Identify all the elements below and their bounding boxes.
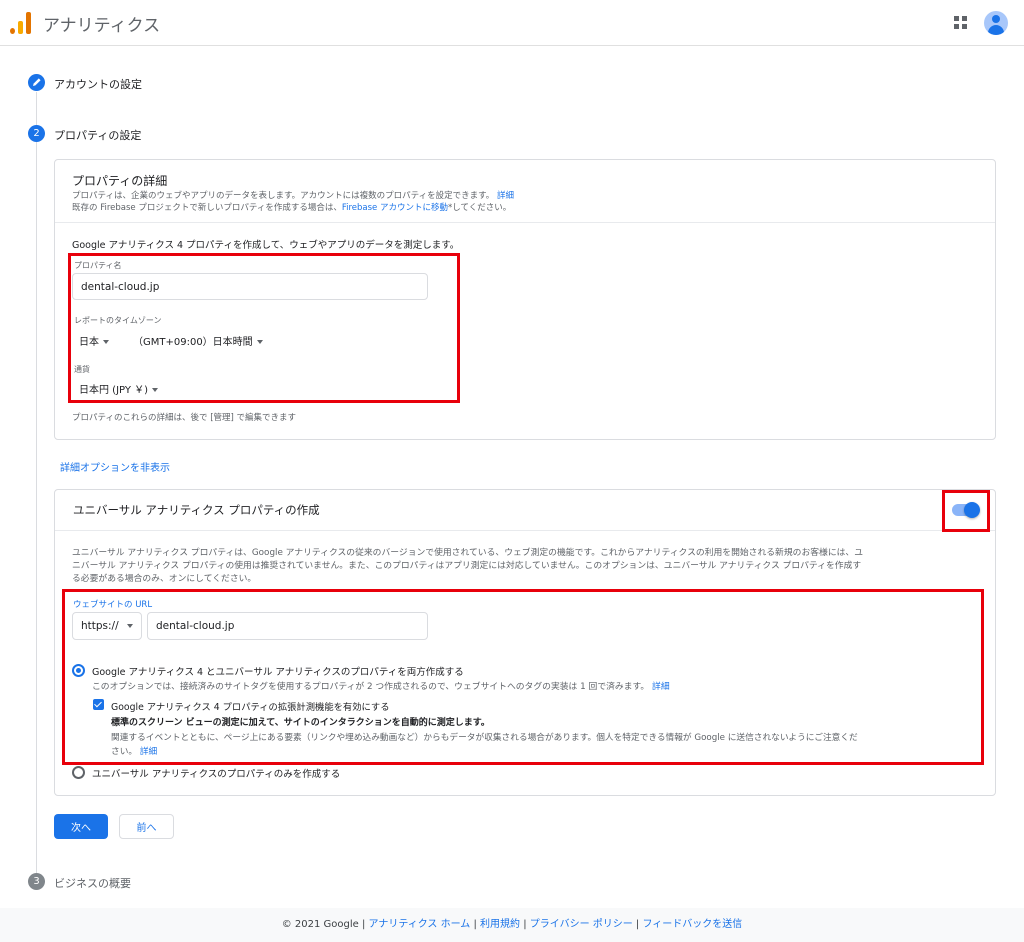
account-avatar[interactable] (984, 11, 1008, 35)
highlight-box-url-options (62, 589, 984, 765)
footer: © 2021 Google | アナリティクス ホーム | 利用規約 | プライ… (0, 908, 1024, 942)
property-details-desc: プロパティは、企業のウェブやアプリのデータを表します。アカウントには複数のプロパ… (72, 191, 515, 201)
option-universal-only-radio[interactable] (72, 766, 85, 779)
step-2-number: 2 (28, 125, 45, 142)
universal-desc-line3: る必要がある場合のみ、オンにしてください。 (72, 574, 257, 584)
step-1-label[interactable]: アカウントの設定 (54, 76, 142, 92)
step-3-label: ビジネスの概要 (54, 877, 131, 890)
hide-advanced-options-link[interactable]: 詳細オプションを非表示 (60, 459, 170, 474)
analytics-logo-icon[interactable] (10, 12, 32, 34)
ga4-intro: Google アナリティクス 4 プロパティを作成して、ウェブやアプリのデータを… (72, 240, 460, 251)
step-3-number: 3 (28, 873, 45, 890)
step-2-label: プロパティの設定 (54, 129, 142, 142)
stepper-line (36, 92, 37, 874)
property-details-title: プロパティの詳細 (72, 174, 168, 188)
firebase-link[interactable]: Firebase アカウントに移動 (342, 203, 448, 213)
app-title: アナリティクス (43, 16, 161, 36)
pencil-icon (33, 78, 41, 86)
top-bar: アナリティクス (0, 0, 1024, 46)
footer-link-feedback[interactable]: フィードバックを送信 (642, 919, 742, 930)
step-1-done-icon (28, 74, 45, 91)
footer-link-terms[interactable]: 利用規約 (480, 919, 520, 930)
learn-more-link[interactable]: 詳細 (497, 191, 514, 201)
back-button[interactable]: 前へ (119, 814, 174, 839)
highlight-box-property-fields (68, 253, 460, 403)
next-button[interactable]: 次へ (54, 814, 108, 839)
universal-desc-line2: ニバーサル アナリティクス プロパティの使用は推奨されていません。また、このプロ… (72, 561, 862, 571)
option-universal-only-label[interactable]: ユニバーサル アナリティクスのプロパティのみを作成する (92, 766, 340, 780)
edit-later-note: プロパティのこれらの詳細は、後で [管理] で編集できます (72, 413, 297, 423)
firebase-desc: 既存の Firebase プロジェクトで新しいプロパティを作成する場合は、Fir… (72, 203, 512, 213)
highlight-box-toggle (942, 490, 990, 532)
universal-desc-line1: ユニバーサル アナリティクス プロパティは、Google アナリティクスの従来の… (72, 548, 864, 558)
universal-title: ユニバーサル アナリティクス プロパティの作成 (73, 503, 320, 517)
footer-link-privacy[interactable]: プライバシー ポリシー (530, 919, 633, 930)
footer-link-home[interactable]: アナリティクス ホーム (369, 919, 471, 930)
apps-grid-icon[interactable] (954, 16, 968, 30)
footer-copyright: © 2021 Google (281, 919, 359, 930)
